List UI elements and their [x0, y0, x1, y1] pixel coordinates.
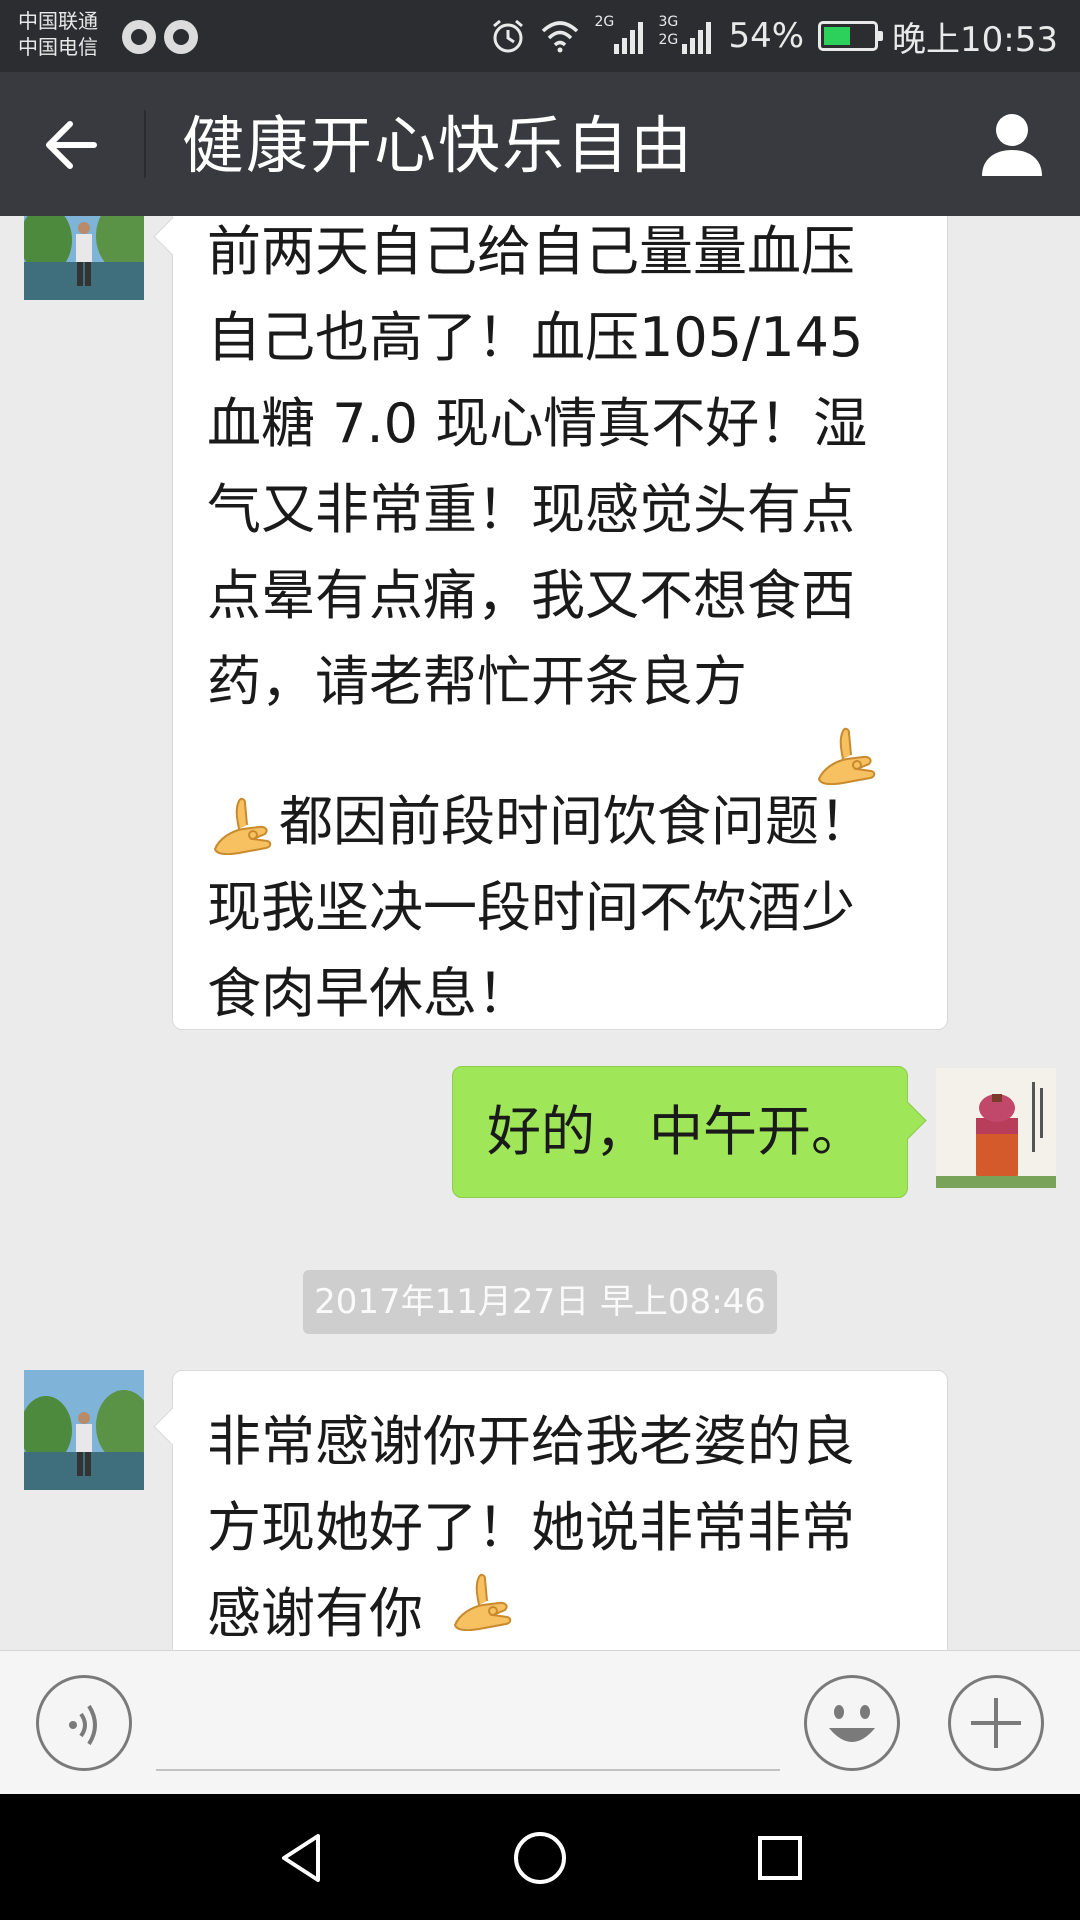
- carrier-2: 中国电信: [18, 35, 98, 59]
- back-triangle-icon[interactable]: [272, 1828, 332, 1888]
- system-navigation-bar: [0, 1794, 1080, 1920]
- header-divider: [144, 110, 146, 178]
- person-icon: [982, 114, 1042, 176]
- message-text-part-2: 都因前段时间饮食问题！ 现我坚决一段时间不饮酒少 食肉早休息！: [207, 790, 873, 1025]
- message-text: 好的，中午开。: [487, 1100, 865, 1163]
- signal-2-icon: 3G 2G: [658, 14, 714, 56]
- input-bar: [0, 1650, 1080, 1794]
- message-bubble-outgoing[interactable]: 好的，中午开。: [452, 1066, 908, 1198]
- ok-hand-emoji-icon: [818, 727, 876, 785]
- status-indicators: 2G 3G 2G 54% 晚上10:53: [490, 10, 1058, 62]
- voice-button[interactable]: [36, 1675, 132, 1771]
- wifi-icon: [542, 21, 579, 53]
- alarm-icon: [493, 19, 524, 53]
- timestamp-divider: 2017年11月27日 早上08:46: [303, 1270, 777, 1334]
- qq-icon: [122, 20, 156, 54]
- more-button[interactable]: [948, 1675, 1044, 1771]
- contact-avatar[interactable]: [24, 216, 144, 300]
- emoji-button[interactable]: [804, 1675, 900, 1771]
- message-list[interactable]: 前两天自己给自己量量血压 自己也高了！血压105/145 血糖 7.0 现心情真…: [0, 216, 1080, 1650]
- message-bubble-incoming[interactable]: 前两天自己给自己量量血压 自己也高了！血压105/145 血糖 7.0 现心情真…: [172, 216, 948, 1030]
- battery-icon: [818, 21, 884, 51]
- battery-fill: [824, 27, 851, 45]
- my-avatar[interactable]: [936, 1068, 1056, 1188]
- status-bar: 中国联通 中国电信 2G 3G 2G 54% 晚上10:53: [0, 0, 1080, 72]
- message-text: 非常感谢你开给我老婆的良 方现她好了！她说非常非常 感谢有你: [207, 1410, 855, 1645]
- smiley-icon: [829, 1705, 875, 1742]
- chat-info-button[interactable]: [974, 106, 1050, 182]
- chat-header: 健康开心快乐自由: [0, 72, 1080, 216]
- plus-icon: [971, 1698, 1021, 1748]
- status-time: 晚上10:53: [892, 19, 1058, 60]
- home-circle-icon[interactable]: [510, 1828, 570, 1888]
- voice-icon: [69, 1704, 97, 1746]
- carrier-labels: 中国联通 中国电信: [18, 8, 98, 60]
- contact-avatar[interactable]: [24, 1370, 144, 1490]
- recents-square-icon[interactable]: [750, 1828, 810, 1888]
- signal-icon: 2G: [594, 14, 644, 56]
- message-input[interactable]: [156, 1769, 780, 1771]
- carrier-1: 中国联通: [18, 9, 98, 33]
- message-text-part-1: 前两天自己给自己量量血压 自己也高了！血压105/145 血糖 7.0 现心情真…: [207, 220, 868, 713]
- arrow-left-icon: [46, 121, 97, 169]
- battery-percent: 54%: [728, 16, 805, 56]
- back-button[interactable]: [36, 108, 110, 182]
- message-bubble-incoming[interactable]: 非常感谢你开给我老婆的良 方现她好了！她说非常非常 感谢有你: [172, 1370, 948, 1650]
- qq-penguin-icon: [164, 20, 198, 54]
- chat-title: 健康开心快乐自由: [182, 109, 695, 182]
